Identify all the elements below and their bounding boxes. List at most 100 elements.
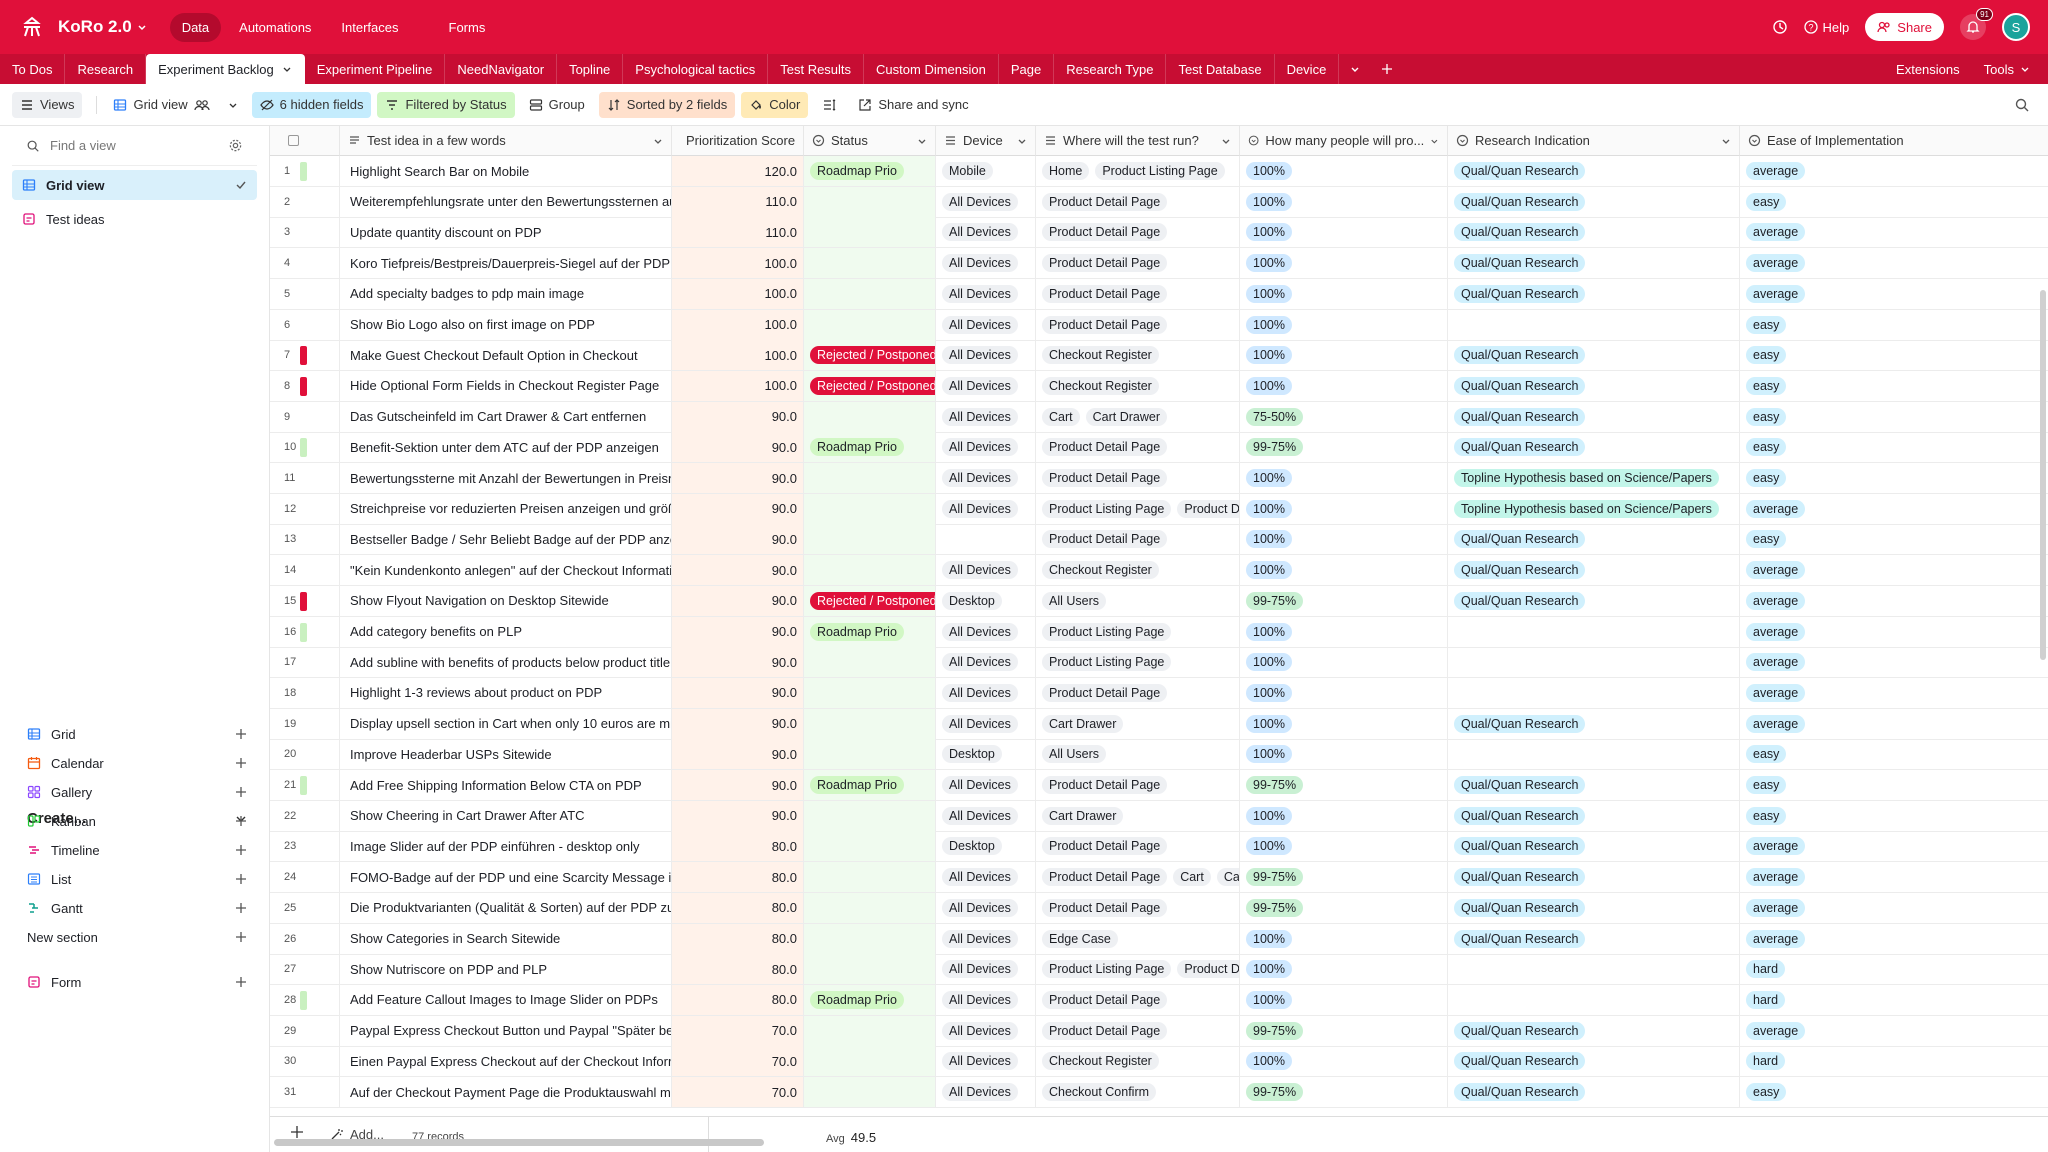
cell-test-idea[interactable]: Show Bio Logo also on first image on PDP bbox=[340, 309, 672, 341]
cell-test-idea[interactable]: "Kein Kundenkonto anlegen" auf der Check… bbox=[340, 555, 672, 587]
cell-device[interactable]: All Devices bbox=[936, 954, 1036, 986]
cell-test-idea[interactable]: Bewertungssterne mit Anzahl der Bewertun… bbox=[340, 463, 672, 494]
cell-status[interactable] bbox=[804, 186, 936, 218]
cell-score[interactable]: 90.0 bbox=[672, 739, 804, 771]
select-all-checkbox[interactable] bbox=[288, 135, 299, 146]
cell-where[interactable]: Checkout Register bbox=[1036, 370, 1240, 402]
views-toggle[interactable]: Views bbox=[12, 91, 83, 118]
tab-page[interactable]: Page bbox=[999, 54, 1055, 84]
cell-where[interactable]: Checkout Register bbox=[1036, 1046, 1240, 1078]
cell-device[interactable]: All Devices bbox=[936, 278, 1036, 310]
cell-ease[interactable]: average bbox=[1740, 893, 2048, 924]
cell-research[interactable]: Qual/Quan Research bbox=[1448, 923, 1740, 955]
nav-forms[interactable]: Forms bbox=[437, 13, 498, 42]
cell-score[interactable]: 80.0 bbox=[672, 831, 804, 863]
notifications-button[interactable]: 91 bbox=[1960, 8, 1993, 40]
cell-ease[interactable]: easy bbox=[1740, 463, 2048, 494]
cell-status[interactable]: Roadmap Prio bbox=[804, 432, 936, 464]
group-button[interactable]: Group bbox=[521, 92, 593, 118]
tab-to-dos[interactable]: To Dos bbox=[0, 54, 66, 84]
cell-reach[interactable]: 99-75% bbox=[1240, 892, 1448, 924]
cell-test-idea[interactable]: FOMO-Badge auf der PDP und eine Scarcity… bbox=[340, 862, 672, 894]
cell-reach[interactable]: 99-75% bbox=[1240, 1077, 1448, 1108]
find-view-field[interactable]: Find a view bbox=[12, 126, 257, 166]
create-calendar[interactable]: Calendar bbox=[27, 751, 247, 775]
cell-score[interactable]: 100.0 bbox=[672, 248, 804, 280]
cell-research[interactable]: Qual/Quan Research bbox=[1448, 432, 1740, 464]
cell-score[interactable]: 100.0 bbox=[672, 278, 804, 310]
cell-research[interactable]: Qual/Quan Research bbox=[1448, 1046, 1740, 1078]
cell-reach[interactable]: 99-75% bbox=[1240, 1015, 1448, 1047]
grid-view-switcher[interactable]: Grid view bbox=[105, 92, 245, 118]
cell-score[interactable]: 90.0 bbox=[672, 616, 804, 648]
cell-reach[interactable]: 100% bbox=[1240, 677, 1448, 709]
cell-research[interactable] bbox=[1448, 984, 1740, 1016]
cell-score[interactable]: 90.0 bbox=[672, 770, 804, 801]
cell-status[interactable] bbox=[804, 708, 936, 740]
cell-where[interactable]: Product Listing Page Product Detail Page bbox=[1036, 493, 1240, 525]
create-timeline[interactable]: Timeline bbox=[27, 838, 247, 862]
cell-device[interactable]: All Devices bbox=[936, 862, 1036, 894]
column-header-reach[interactable]: How many people will pro... bbox=[1240, 126, 1448, 156]
cell-device[interactable]: Desktop bbox=[936, 831, 1036, 863]
tab-topline[interactable]: Topline bbox=[557, 54, 624, 84]
cell-test-idea[interactable]: Improve Headerbar USPs Sitewide bbox=[340, 739, 672, 771]
nav-interfaces[interactable]: Interfaces bbox=[329, 13, 410, 42]
cell-test-idea[interactable]: Highlight 1-3 reviews about product on P… bbox=[340, 677, 672, 709]
cell-ease[interactable]: easy bbox=[1740, 402, 2048, 433]
cell-ease[interactable]: hard bbox=[1740, 985, 2048, 1016]
cell-reach[interactable]: 100% bbox=[1240, 800, 1448, 832]
cell-score[interactable]: 90.0 bbox=[672, 432, 804, 464]
cell-score[interactable]: 120.0 bbox=[672, 156, 804, 187]
cell-score[interactable]: 110.0 bbox=[672, 186, 804, 218]
cell-test-idea[interactable]: Weiterempfehlungsrate unter den Bewertun… bbox=[340, 186, 672, 218]
cell-test-idea[interactable]: Auf der Checkout Payment Page die Produk… bbox=[340, 1077, 672, 1108]
cell-research[interactable]: Qual/Quan Research bbox=[1448, 340, 1740, 372]
cell-test-idea[interactable]: Display upsell section in Cart when only… bbox=[340, 708, 672, 740]
cell-research[interactable]: Topline Hypothesis based on Science/Pape… bbox=[1448, 463, 1740, 494]
column-header-prioritization-score[interactable]: Prioritization Score bbox=[672, 126, 804, 156]
cell-reach[interactable]: 100% bbox=[1240, 217, 1448, 249]
cell-reach[interactable]: 100% bbox=[1240, 340, 1448, 372]
cell-test-idea[interactable]: Image Slider auf der PDP einführen - des… bbox=[340, 831, 672, 863]
help-button[interactable]: ? Help bbox=[1803, 20, 1849, 35]
tab-device[interactable]: Device bbox=[1275, 54, 1340, 84]
cell-ease[interactable]: average bbox=[1740, 862, 2048, 894]
cell-ease[interactable]: easy bbox=[1740, 371, 2048, 402]
cell-reach[interactable]: 100% bbox=[1240, 831, 1448, 863]
cell-reach[interactable]: 100% bbox=[1240, 309, 1448, 341]
filter-button[interactable]: Filtered by Status bbox=[377, 91, 515, 118]
cell-device[interactable]: All Devices bbox=[936, 677, 1036, 709]
cell-score[interactable]: 90.0 bbox=[672, 555, 804, 587]
cell-status[interactable]: Rejected / Postponed bbox=[804, 340, 936, 372]
cell-research[interactable] bbox=[1448, 309, 1740, 341]
cell-research[interactable] bbox=[1448, 677, 1740, 709]
create-form[interactable]: Form bbox=[27, 970, 247, 994]
horizontal-scrollbar[interactable] bbox=[274, 1139, 764, 1146]
cell-where[interactable]: Checkout Register bbox=[1036, 555, 1240, 587]
cell-device[interactable]: All Devices bbox=[936, 892, 1036, 924]
cell-status[interactable] bbox=[804, 954, 936, 986]
cell-ease[interactable]: easy bbox=[1740, 1077, 2048, 1108]
cell-status[interactable]: Roadmap Prio bbox=[804, 156, 936, 187]
create-gallery[interactable]: Gallery bbox=[27, 780, 247, 804]
cell-device[interactable]: All Devices bbox=[936, 401, 1036, 433]
cell-ease[interactable]: easy bbox=[1740, 340, 2048, 372]
cell-ease[interactable]: average bbox=[1740, 647, 2048, 679]
cell-device[interactable]: All Devices bbox=[936, 800, 1036, 832]
cell-test-idea[interactable]: Add specialty badges to pdp main image bbox=[340, 278, 672, 310]
vertical-scrollbar[interactable] bbox=[2040, 290, 2046, 660]
cell-status[interactable]: Roadmap Prio bbox=[804, 984, 936, 1016]
user-avatar[interactable]: S bbox=[2002, 13, 2030, 41]
cell-research[interactable] bbox=[1448, 616, 1740, 648]
cell-device[interactable]: All Devices bbox=[936, 647, 1036, 679]
cell-device[interactable]: Desktop bbox=[936, 739, 1036, 771]
more-tables-button[interactable] bbox=[1339, 54, 1371, 84]
cell-test-idea[interactable]: Make Guest Checkout Default Option in Ch… bbox=[340, 340, 672, 372]
cell-ease[interactable]: hard bbox=[1740, 954, 2048, 986]
cell-device[interactable]: All Devices bbox=[936, 1077, 1036, 1108]
gear-icon[interactable] bbox=[228, 138, 243, 153]
cell-test-idea[interactable]: Bestseller Badge / Sehr Beliebt Badge au… bbox=[340, 524, 672, 556]
cell-status[interactable] bbox=[804, 309, 936, 341]
cell-where[interactable]: Product Detail Page bbox=[1036, 770, 1240, 801]
